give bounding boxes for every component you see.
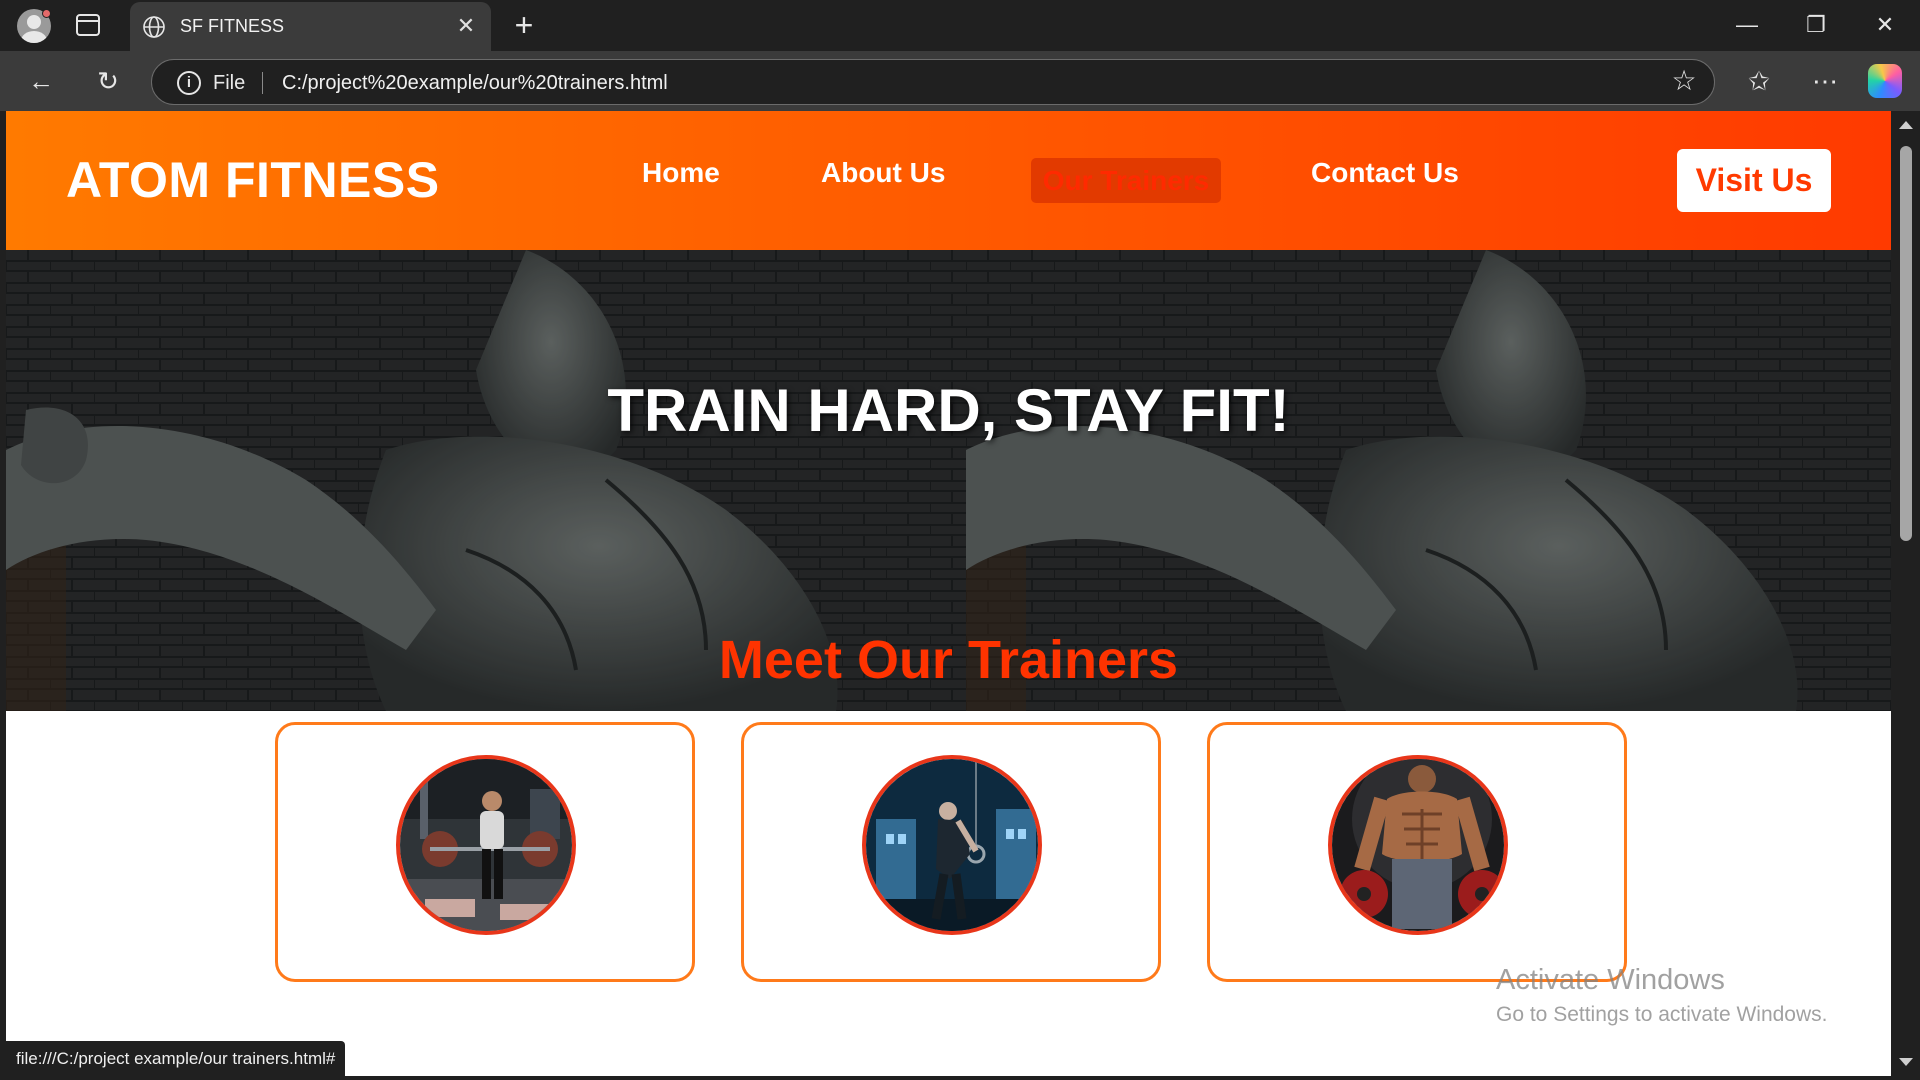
page-viewport: ATOM FITNESS Home About Us Our Trainers … [6,111,1891,1076]
address-scheme: File [213,72,246,94]
more-options-icon[interactable]: ⋯ [1806,63,1844,101]
site-logo[interactable]: ATOM FITNESS [66,151,440,209]
status-bar-url: file:///C:/project example/our trainers.… [6,1041,346,1076]
back-arrow-icon[interactable]: ← [22,63,60,101]
window-bottom-edge [0,1076,1920,1080]
section-title: Meet Our Trainers [718,630,1179,690]
hero-title: TRAIN HARD, STAY FIT! [607,377,1290,444]
visit-us-button[interactable]: Visit Us [1677,149,1831,212]
refresh-icon[interactable]: ↻ [89,63,127,101]
trainer-card-3[interactable] [1207,722,1627,982]
browser-tab-active[interactable]: SF FITNESS ✕ [130,2,491,51]
activate-windows-watermark: Activate Windows Go to Settings to activ… [1496,964,1828,1027]
trainer-photo-3 [1328,755,1508,935]
site-header: ATOM FITNESS Home About Us Our Trainers … [6,111,1891,250]
activate-windows-subtitle: Go to Settings to activate Windows. [1496,1003,1828,1026]
copilot-icon[interactable] [1868,64,1902,98]
tab-title: SF FITNESS [180,16,285,36]
tab-actions-icon[interactable] [76,14,100,36]
page-scrollbar[interactable] [1891,111,1920,1080]
globe-icon [143,16,165,38]
scroll-up-arrow-icon[interactable] [1899,121,1913,129]
restore-icon[interactable]: ❐ [1796,8,1836,42]
activate-windows-title: Activate Windows [1496,964,1725,996]
new-tab-icon[interactable]: + [508,9,540,42]
nav-home[interactable]: Home [642,157,720,189]
trainer-photo-2 [862,755,1042,935]
nav-contact-us[interactable]: Contact Us [1311,157,1459,189]
browser-toolbar: ← ↻ i File C:/project%20example/our%20tr… [0,51,1920,111]
favorite-star-icon[interactable]: ☆ [1668,66,1700,98]
trainer-photo-1 [396,755,576,935]
trainer-card-2[interactable] [741,722,1161,982]
nav-about-us[interactable]: About Us [821,157,945,189]
scroll-thumb[interactable] [1900,146,1912,541]
browser-tab-bar: SF FITNESS ✕ + — ❐ ✕ [0,0,1920,51]
minimize-icon[interactable]: — [1727,8,1767,42]
trainer-card-1[interactable] [275,722,695,982]
window-close-icon[interactable]: ✕ [1865,8,1905,42]
profile-notification-dot [42,9,51,18]
tab-close-icon[interactable]: ✕ [453,13,479,39]
site-info-icon[interactable]: i [177,71,201,95]
address-divider [262,72,263,94]
scroll-down-arrow-icon[interactable] [1899,1058,1913,1066]
address-bar[interactable]: i File C:/project%20example/our%20traine… [151,59,1715,105]
nav-our-trainers[interactable]: Our Trainers [1031,158,1221,203]
favorites-icon[interactable]: ✩ [1740,63,1778,101]
address-url[interactable]: C:/project%20example/our%20trainers.html [282,72,668,95]
